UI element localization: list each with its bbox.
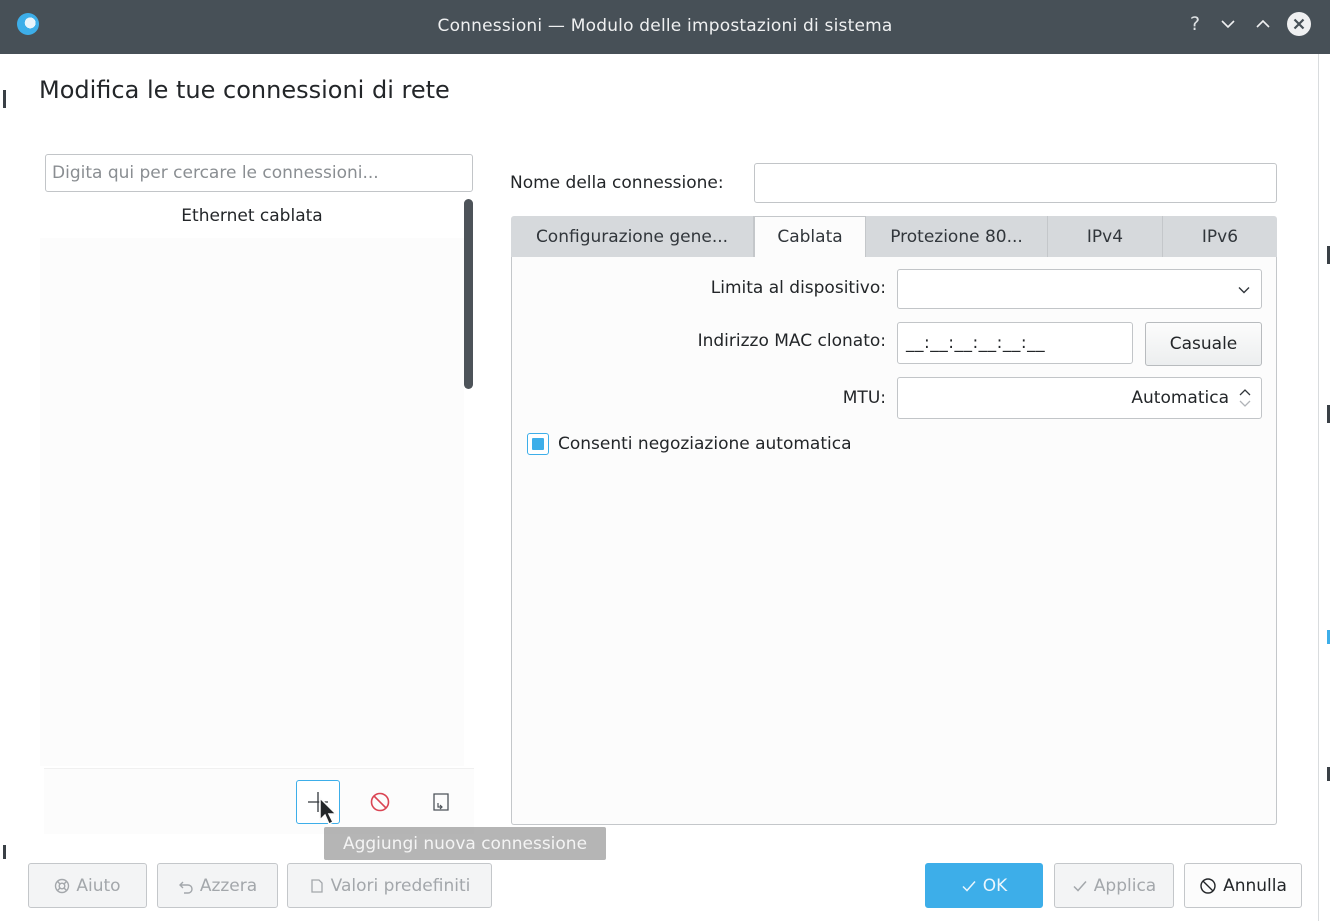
random-mac-button[interactable]: Casuale xyxy=(1145,322,1262,366)
tab-general[interactable]: Configurazione gene... xyxy=(511,216,754,257)
page-title: Modifica le tue connessioni di rete xyxy=(39,76,450,104)
window-title: Connessioni — Modulo delle impostazioni … xyxy=(437,16,893,36)
connection-list[interactable] xyxy=(40,238,464,766)
tab-wired[interactable]: Cablata xyxy=(754,216,866,257)
list-scrollbar[interactable] xyxy=(464,199,473,389)
minimize-icon[interactable] xyxy=(1214,10,1242,38)
connection-name-input[interactable] xyxy=(754,163,1277,203)
maximize-icon[interactable] xyxy=(1249,10,1277,38)
mtu-spinbox[interactable]: Automatica xyxy=(897,377,1262,419)
list-toolbar xyxy=(44,768,474,834)
mac-label: Indirizzo MAC clonato: xyxy=(697,331,886,351)
help-icon[interactable]: ? xyxy=(1181,10,1209,38)
autonegotiate-label[interactable]: Consenti negoziazione automatica xyxy=(558,434,852,454)
close-icon[interactable] xyxy=(1285,10,1313,38)
tab-ipv4[interactable]: IPv4 xyxy=(1048,216,1163,257)
checkmark-icon xyxy=(962,880,976,892)
mtu-label: MTU: xyxy=(842,388,886,408)
mac-input[interactable]: __:__:__:__:__:__ xyxy=(897,322,1133,364)
ok-button[interactable]: OK xyxy=(925,863,1043,908)
background-window-edge xyxy=(1318,54,1330,921)
help-button[interactable]: Aiuto xyxy=(28,863,147,908)
connection-group-header[interactable]: Ethernet cablata xyxy=(40,206,464,226)
mouse-cursor-icon xyxy=(318,796,340,830)
forbidden-icon xyxy=(370,792,390,812)
edge-mark xyxy=(3,845,6,859)
remove-connection-button[interactable] xyxy=(358,780,402,824)
lifebuoy-icon xyxy=(55,878,70,893)
device-label: Limita al dispositivo: xyxy=(710,278,886,298)
apply-button[interactable]: Applica xyxy=(1054,863,1174,908)
cancel-button[interactable]: Annulla xyxy=(1184,863,1302,908)
document-revert-icon xyxy=(311,878,323,893)
window-titlebar: Connessioni — Modulo delle impostazioni … xyxy=(0,0,1330,54)
chevron-down-icon xyxy=(1238,287,1250,294)
tab-ipv6[interactable]: IPv6 xyxy=(1163,216,1277,257)
checkmark-icon xyxy=(1073,880,1087,892)
export-icon xyxy=(433,793,449,811)
tooltip: Aggiungi nuova connessione xyxy=(324,827,606,860)
defaults-button[interactable]: Valori predefiniti xyxy=(287,863,492,908)
search-input[interactable] xyxy=(45,154,473,192)
cancel-icon xyxy=(1200,877,1216,894)
tab-security[interactable]: Protezione 80... xyxy=(866,216,1048,257)
undo-icon xyxy=(178,881,193,894)
export-connection-button[interactable] xyxy=(419,780,463,824)
connection-name-label: Nome della connessione: xyxy=(510,173,724,193)
edge-mark xyxy=(3,90,6,108)
device-select[interactable] xyxy=(897,269,1262,309)
autonegotiate-checkbox[interactable] xyxy=(527,433,549,455)
tab-bar: Configurazione gene... Cablata Protezion… xyxy=(511,216,1277,257)
spin-arrows-icon[interactable] xyxy=(1238,387,1252,409)
reset-button[interactable]: Azzera xyxy=(157,863,278,908)
